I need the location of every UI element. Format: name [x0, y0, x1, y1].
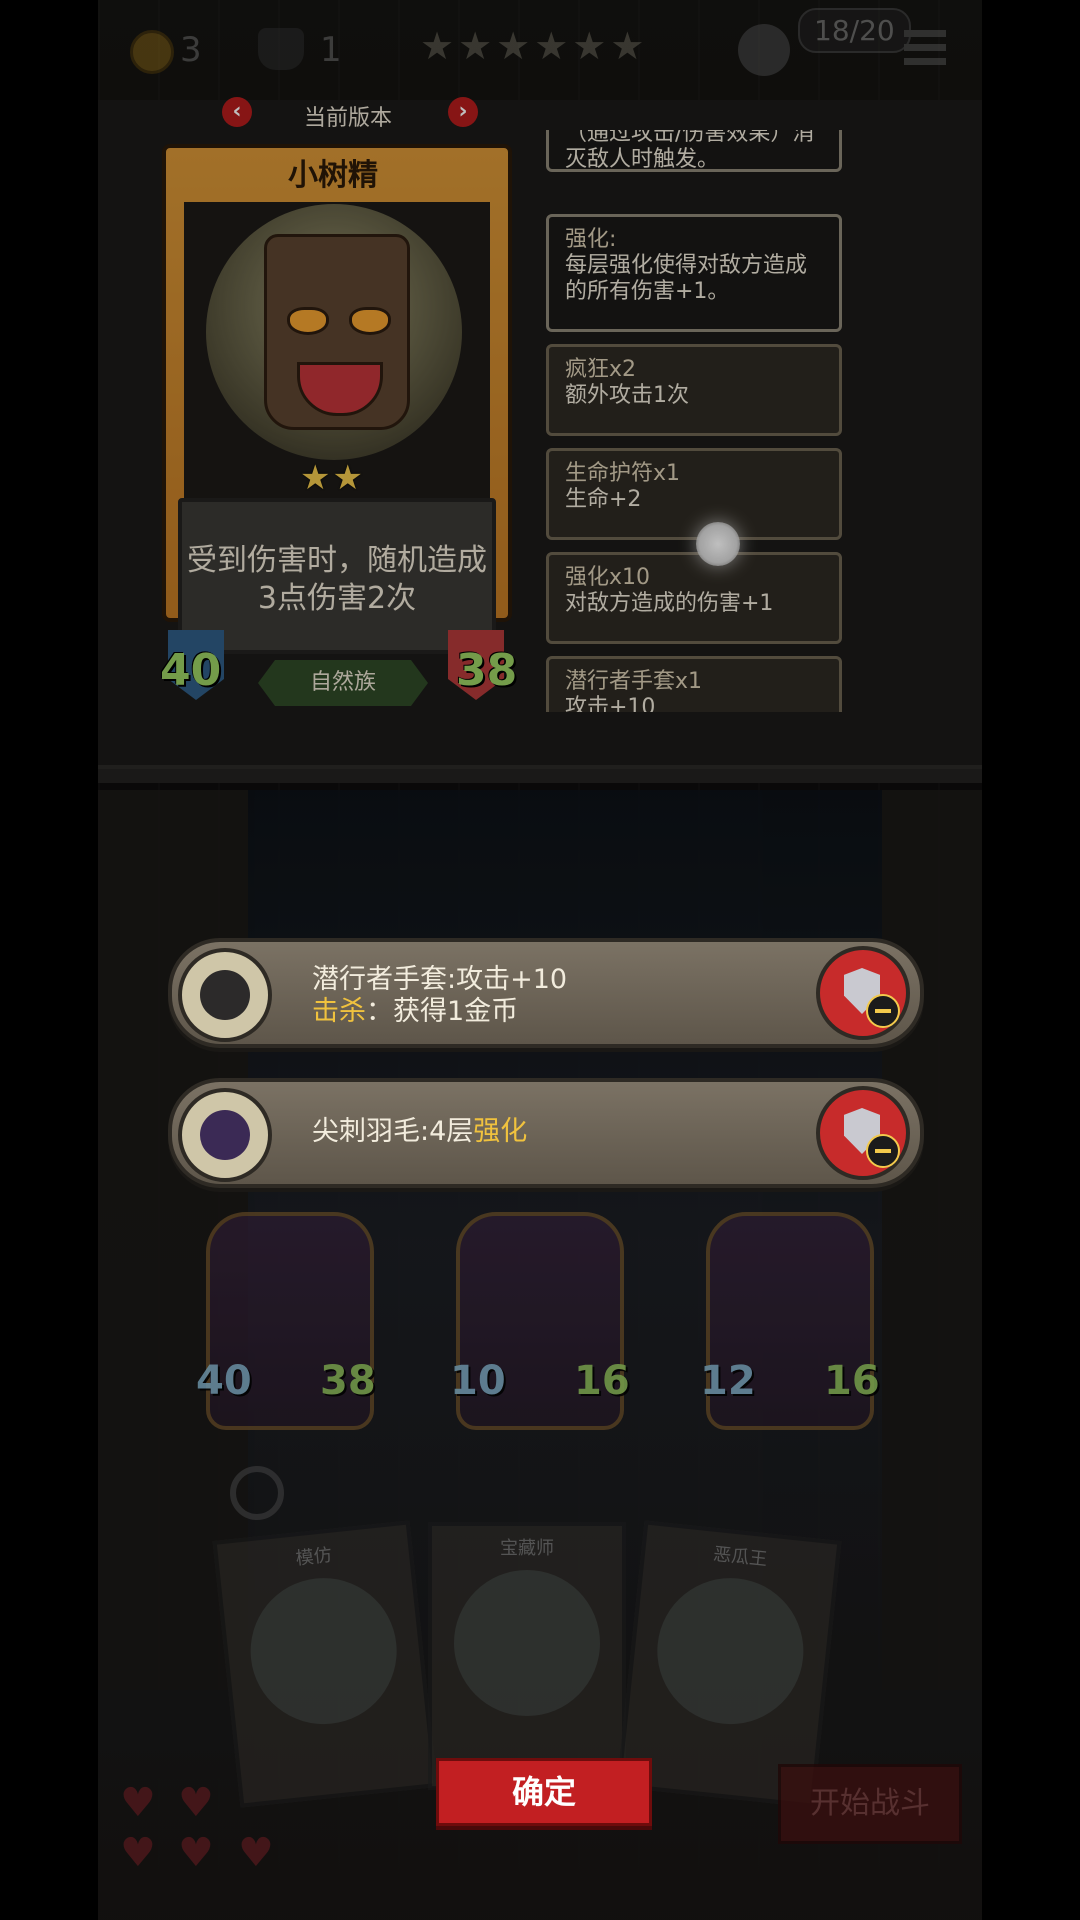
minion-attack: 40 — [196, 1358, 252, 1404]
eye-icon — [287, 307, 329, 335]
equipment-row[interactable]: 尖刺羽毛:4层强化 — [168, 1078, 924, 1188]
card-stars: ★★ — [300, 458, 365, 498]
search-icon[interactable] — [230, 1466, 284, 1520]
effect-item: 强化x10 对敌方造成的伤害+1 — [546, 552, 842, 644]
coin-icon — [130, 30, 174, 74]
effect-text: 每层强化使得对敌方造成的所有伤害+1。 — [565, 253, 808, 304]
shop-card-name: 宝藏师 — [500, 1538, 554, 1559]
prev-version-button[interactable]: ‹ — [222, 97, 252, 127]
effect-item: 潜行者手套x1 攻击+10 — [546, 656, 842, 712]
effect-item: 生命护符x1 生命+2 — [546, 448, 842, 540]
effect-item: 疯狂x2 额外攻击1次 — [546, 344, 842, 436]
effect-text: 攻击+10 — [565, 695, 656, 712]
mouth-icon — [297, 362, 383, 416]
cat-count: 1 — [320, 30, 342, 70]
version-label: 当前版本 — [304, 106, 393, 131]
start-battle-button[interactable]: 开始战斗 — [778, 1764, 962, 1844]
cat-timer-icon — [258, 28, 304, 70]
heart-icon: ♥ — [238, 1830, 274, 1876]
unequip-button[interactable] — [816, 946, 910, 1040]
eye-icon — [349, 307, 391, 335]
shop-card[interactable]: 模仿 — [212, 1520, 438, 1808]
shop-card-art — [650, 1570, 811, 1732]
minus-icon — [866, 994, 900, 1028]
minion-health: 16 — [824, 1358, 880, 1404]
equipment-keyword: 击杀 — [312, 996, 366, 1027]
shop-card-name: 模仿 — [294, 1544, 333, 1570]
effect-title: 潜行者手套x1 — [565, 669, 703, 694]
equipment-effect: ：获得1金币 — [366, 996, 519, 1027]
equipment-row[interactable]: 潜行者手套:攻击+10 击杀：获得1金币 — [168, 938, 924, 1048]
shop-card[interactable]: 宝藏师 — [428, 1522, 626, 1790]
effect-text: （通过攻击/伤害效果）消灭敌人时触发。 — [565, 130, 815, 172]
card-portrait — [206, 204, 462, 460]
minion-attack: 10 — [450, 1358, 506, 1404]
heart-icon: ♥ — [120, 1780, 156, 1826]
equipment-name: 尖刺羽毛:4层 — [312, 1116, 474, 1147]
effect-title: 疯狂x2 — [565, 357, 637, 382]
equipment-label: 潜行者手套:攻击+10 击杀：获得1金币 — [312, 964, 567, 1028]
glove-icon — [178, 948, 272, 1042]
minus-icon — [866, 1134, 900, 1168]
top-hud: 3 1 ★★★★★★ 18/20 — [98, 0, 982, 100]
shop-card-name: 恶瓜王 — [712, 1543, 769, 1571]
minion-card: 小树精 ★★ 受到伤害时，随机造成3点伤害2次 40 自然族 38 — [148, 140, 518, 715]
coin-count: 3 — [180, 30, 202, 70]
minion-health: 16 — [574, 1358, 630, 1404]
feather-icon — [178, 1088, 272, 1182]
effect-text: 生命+2 — [565, 487, 642, 512]
equipment-name: 潜行者手套:攻击+10 — [312, 964, 568, 995]
avatar[interactable] — [738, 24, 790, 76]
heart-icon: ♥ — [120, 1830, 156, 1876]
effect-item: （通过攻击/伤害效果）消灭敌人时触发。 — [546, 130, 842, 172]
card-tribe: 自然族 — [258, 660, 428, 706]
effect-item: 强化: 每层强化使得对敌方造成的所有伤害+1。 — [546, 214, 842, 332]
next-version-button[interactable]: › — [448, 97, 478, 127]
shop-card-art — [243, 1570, 404, 1732]
minion-attack: 12 — [700, 1358, 756, 1404]
right-wall — [882, 790, 982, 1690]
minion-health: 38 — [320, 1358, 376, 1404]
effect-list[interactable]: （通过攻击/伤害效果）消灭敌人时触发。 强化: 每层强化使得对敌方造成的所有伤害… — [546, 130, 846, 712]
game-stage: 3 1 ★★★★★★ 18/20 ‹ 当前版本 › 小树精 ★★ 受到伤害时，随… — [98, 0, 982, 1920]
effect-text: 对敌方造成的伤害+1 — [565, 591, 774, 616]
treant-face-icon — [264, 234, 410, 430]
effect-title: 强化x10 — [565, 565, 651, 590]
touch-indicator — [696, 522, 740, 566]
rank-stars: ★★★★★★ — [420, 24, 649, 68]
card-description: 受到伤害时，随机造成3点伤害2次 — [187, 543, 487, 616]
card-name: 小树精 — [288, 158, 378, 193]
card-attack: 40 — [160, 645, 222, 696]
equipment-keyword: 强化 — [473, 1116, 528, 1147]
heart-icon: ♥ — [178, 1830, 214, 1876]
lives-counter: 18/20 — [798, 8, 911, 53]
unequip-button[interactable] — [816, 1086, 910, 1180]
equipment-label: 尖刺羽毛:4层强化 — [312, 1116, 527, 1148]
effect-text: 额外攻击1次 — [565, 383, 689, 408]
confirm-button[interactable]: 确定 — [436, 1758, 652, 1826]
effect-title: 生命护符x1 — [565, 461, 681, 486]
card-health: 38 — [456, 645, 518, 696]
menu-icon[interactable] — [904, 30, 946, 66]
shop-card-art — [454, 1570, 600, 1716]
heart-icon: ♥ — [178, 1780, 214, 1826]
effect-title: 强化: — [565, 227, 617, 252]
